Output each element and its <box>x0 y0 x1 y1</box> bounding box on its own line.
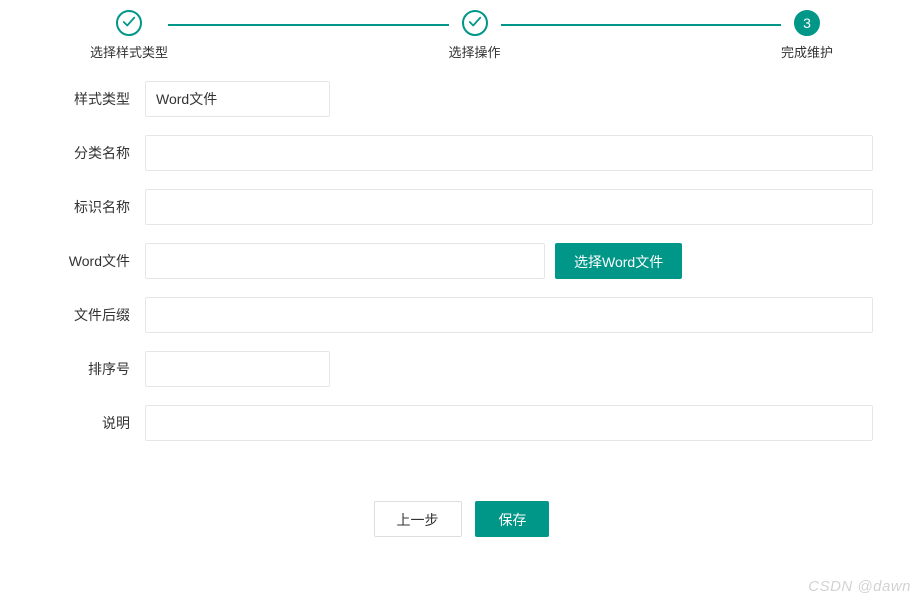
step-2-circle <box>462 10 488 36</box>
label-word-file: Word文件 <box>50 251 145 271</box>
choose-word-file-button[interactable]: 选择Word文件 <box>555 243 682 279</box>
control-sort-no <box>145 351 873 387</box>
row-identity-name: 标识名称 <box>50 189 873 225</box>
description-input[interactable] <box>145 405 873 441</box>
row-sort-no: 排序号 <box>50 351 873 387</box>
step-2: 选择操作 <box>449 10 501 61</box>
check-icon <box>468 15 482 32</box>
step-line-1 <box>168 24 448 26</box>
control-category-name <box>145 135 873 171</box>
label-file-suffix: 文件后缀 <box>50 305 145 325</box>
prev-button[interactable]: 上一步 <box>374 501 462 537</box>
row-style-type: 样式类型 <box>50 81 873 117</box>
control-style-type <box>145 81 873 117</box>
label-style-type: 样式类型 <box>50 89 145 109</box>
control-description <box>145 405 873 441</box>
sort-no-input[interactable] <box>145 351 330 387</box>
actions-bar: 上一步 保存 <box>0 501 923 537</box>
label-sort-no: 排序号 <box>50 359 145 379</box>
control-word-file: 选择Word文件 <box>145 243 873 279</box>
step-1-circle <box>116 10 142 36</box>
control-identity-name <box>145 189 873 225</box>
step-2-title: 选择操作 <box>449 42 501 61</box>
step-3: 3 完成维护 <box>781 10 833 61</box>
row-description: 说明 <box>50 405 873 441</box>
row-word-file: Word文件 选择Word文件 <box>50 243 873 279</box>
label-description: 说明 <box>50 413 145 433</box>
control-file-suffix <box>145 297 873 333</box>
step-3-title: 完成维护 <box>781 42 833 61</box>
step-1-title: 选择样式类型 <box>90 42 168 61</box>
step-3-number: 3 <box>803 15 811 31</box>
watermark-text: CSDN @dawn <box>808 578 911 595</box>
label-category-name: 分类名称 <box>50 143 145 163</box>
step-line-2 <box>501 24 781 26</box>
file-suffix-input[interactable] <box>145 297 873 333</box>
category-name-input[interactable] <box>145 135 873 171</box>
form-container: 样式类型 分类名称 标识名称 Word文件 选择Word文件 文件后缀 排序号 <box>0 61 923 441</box>
steps-container: 选择样式类型 选择操作 3 完成维护 <box>0 0 923 61</box>
row-category-name: 分类名称 <box>50 135 873 171</box>
style-type-input[interactable] <box>145 81 330 117</box>
step-3-circle: 3 <box>794 10 820 36</box>
identity-name-input[interactable] <box>145 189 873 225</box>
row-file-suffix: 文件后缀 <box>50 297 873 333</box>
step-1: 选择样式类型 <box>90 10 168 61</box>
save-button[interactable]: 保存 <box>475 501 549 537</box>
label-identity-name: 标识名称 <box>50 197 145 217</box>
word-file-input[interactable] <box>145 243 545 279</box>
check-icon <box>122 15 136 32</box>
